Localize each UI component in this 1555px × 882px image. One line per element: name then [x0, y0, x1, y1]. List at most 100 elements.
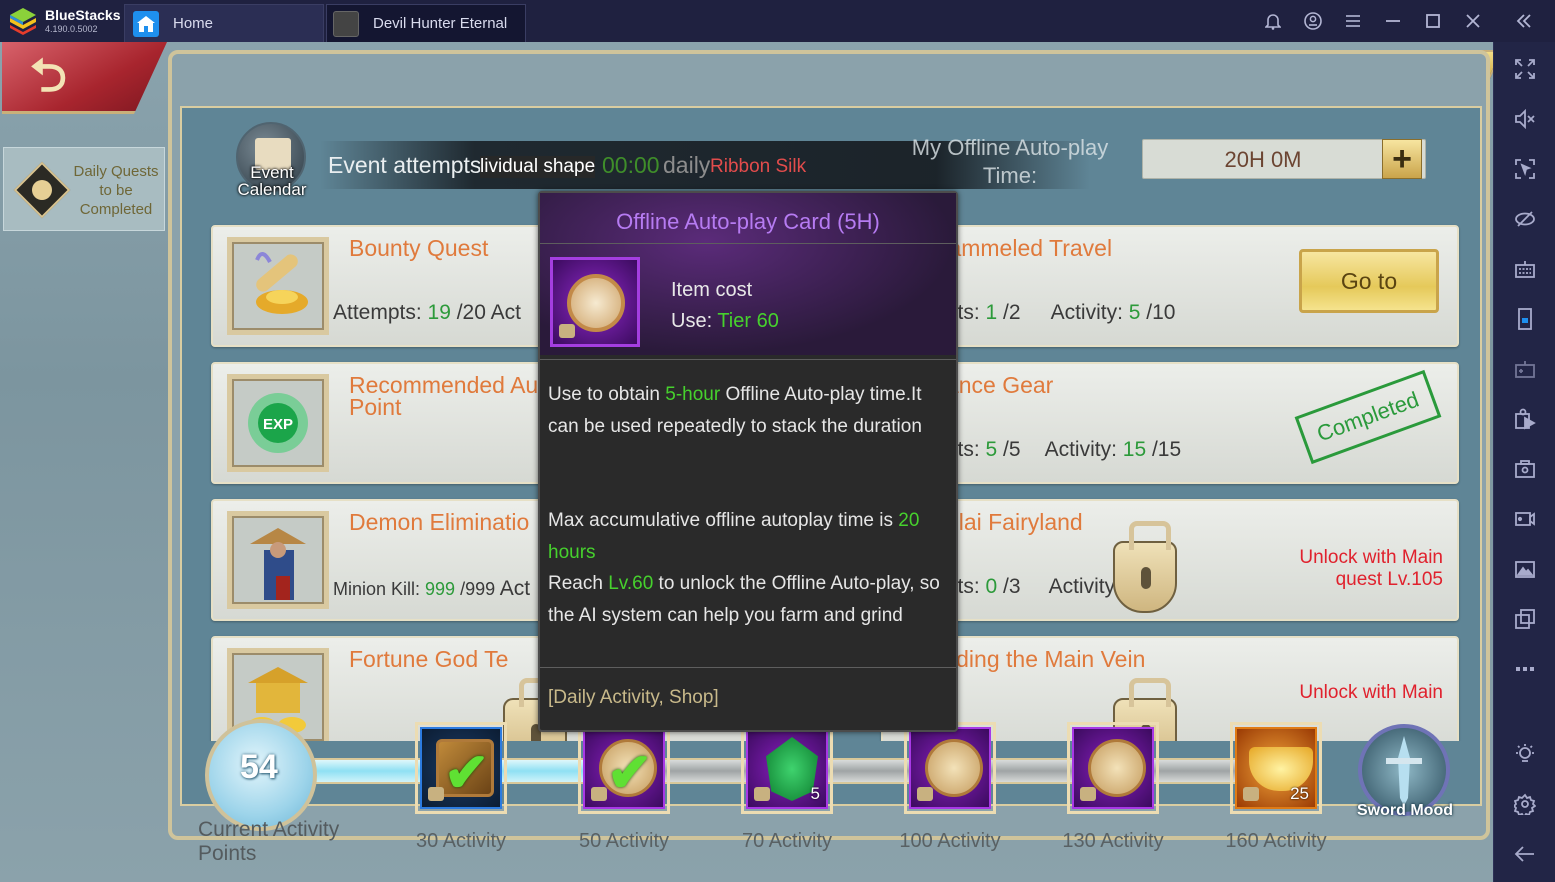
- collapse-sidebar-icon[interactable]: [1493, 0, 1555, 42]
- brightness-icon[interactable]: [1494, 739, 1555, 769]
- record-icon[interactable]: [1494, 504, 1555, 534]
- media-folder-icon[interactable]: [1494, 554, 1555, 584]
- quest-card-enhance-gear[interactable]: Enhance Gear Attempts: 5 /5Activity: 15 …: [881, 362, 1459, 484]
- event-timer: 00:00: [602, 152, 660, 178]
- quest-progress: Minion Kill: 999 /999 Act: [333, 577, 531, 600]
- more-icon[interactable]: [1494, 654, 1555, 684]
- emulator-titlebar: BlueStacks 4.190.0.5002 Home Devil Hunte…: [0, 0, 1555, 42]
- goto-button[interactable]: Go to: [1299, 249, 1439, 313]
- bound-lock-icon: [1243, 787, 1259, 801]
- reward-slot[interactable]: [904, 722, 996, 814]
- tab-home[interactable]: Home: [124, 4, 324, 42]
- keyboard-icon[interactable]: [1494, 254, 1555, 284]
- maximize-icon[interactable]: [1413, 0, 1453, 42]
- reward-frame: [1072, 727, 1154, 809]
- unlock-requirement: Unlock with Main quest Lv.105: [1299, 547, 1443, 590]
- sword-icon: [1386, 736, 1422, 806]
- reward-count: 5: [810, 784, 820, 803]
- game-back-button[interactable]: ⮌: [2, 42, 167, 114]
- sidebar-item-label: Daily Quests to be Completed: [73, 163, 159, 218]
- bell-icon[interactable]: [1253, 0, 1293, 42]
- pocket-watch-icon: [567, 274, 625, 332]
- bluestacks-logo-icon: [10, 8, 36, 35]
- bound-lock-icon: [428, 787, 444, 801]
- tooltip-title: Offline Auto-play Card (5H): [616, 209, 880, 234]
- close-icon[interactable]: [1453, 0, 1493, 42]
- window-controls: [1253, 0, 1555, 42]
- reward-threshold-label: 100 Activity: [899, 830, 1001, 852]
- reward-slot[interactable]: ✔: [415, 722, 507, 814]
- reward-threshold-label: 70 Activity: [741, 830, 833, 852]
- tab-devil-hunter[interactable]: Devil Hunter Eternal: [326, 4, 526, 42]
- emulator-sidebar: [1493, 42, 1555, 882]
- install-apk-icon[interactable]: [1494, 404, 1555, 434]
- event-daily-text: daily: [663, 152, 711, 178]
- account-icon[interactable]: [1293, 0, 1333, 42]
- reward-frame: [909, 727, 991, 809]
- return-arrow-icon: ⮌: [30, 49, 67, 101]
- mute-icon[interactable]: [1494, 104, 1555, 134]
- app-name: BlueStacks: [45, 7, 121, 23]
- bound-lock-icon: [559, 324, 575, 338]
- exp-orb-icon: EXP: [227, 374, 329, 472]
- divider: [540, 243, 956, 244]
- reward-count: 25: [1290, 784, 1309, 803]
- reward-slot[interactable]: 5: [741, 722, 833, 814]
- cursor-lock-icon[interactable]: [1494, 154, 1555, 184]
- quest-card-untrammeled-travel[interactable]: Untrammeled Travel Attempts: 1 /2Activit…: [881, 225, 1459, 347]
- current-activity-label: Current Activity Points: [198, 818, 340, 865]
- quest-name: Demon Eliminatio: [349, 509, 530, 535]
- quest-name: Bounty Quest: [349, 235, 489, 261]
- offline-time-value: 20H 0M: [1224, 147, 1302, 172]
- pocket-watch-icon: [1088, 739, 1146, 797]
- event-calendar-label: Event Calendar: [237, 163, 307, 199]
- reward-threshold-label: 130 Activity: [1062, 830, 1164, 852]
- app-version: 4.190.0.5002: [45, 24, 98, 34]
- quest-progress: Attempts: 19 /20 Act: [333, 301, 521, 324]
- item-cost-label: Item cost: [671, 279, 753, 301]
- rotate-device-icon[interactable]: [1494, 304, 1555, 334]
- unlock-requirement: Unlock with Main: [1299, 682, 1443, 703]
- eye-off-icon[interactable]: [1494, 204, 1555, 234]
- sword-mood-label: Sword Mood: [1357, 802, 1453, 819]
- game-thumbnail-icon: [333, 10, 359, 37]
- offline-time-label: My Offline Auto-play Time:: [911, 135, 1109, 188]
- current-activity-points: 54: [240, 748, 278, 786]
- bounty-scroll-icon: [227, 237, 329, 335]
- minimize-icon[interactable]: [1373, 0, 1413, 42]
- tooltip-source: [Daily Activity, Shop]: [548, 687, 719, 708]
- ribbon-silk-label: Ribbon Silk: [710, 156, 807, 177]
- tooltip-item-slot: [550, 257, 640, 347]
- add-offline-time-button[interactable]: +: [1382, 139, 1422, 179]
- home-icon: [133, 10, 159, 37]
- reward-frame: ✔: [583, 727, 665, 809]
- menu-icon[interactable]: [1333, 0, 1373, 42]
- bound-lock-icon: [754, 787, 770, 801]
- quest-card-penglai-fairyland[interactable]: Penglai Fairyland Attempts: 0 /3Activity…: [881, 499, 1459, 621]
- reward-slot[interactable]: [1067, 722, 1159, 814]
- reward-threshold-label: 30 Activity: [415, 830, 507, 852]
- item-tooltip: Offline Auto-play Card (5H) Item cost Us…: [538, 191, 958, 732]
- tooltip-unlock-info: Reach Lv.60 to unlock the Offline Auto-p…: [548, 573, 940, 626]
- reward-slot[interactable]: ✔: [578, 722, 670, 814]
- bound-lock-icon: [591, 787, 607, 801]
- settings-icon[interactable]: [1494, 789, 1555, 819]
- event-overlay-text: lividual shape: [480, 156, 596, 178]
- quest-name: Recommended Au Point: [349, 372, 539, 420]
- screenshot-icon[interactable]: [1494, 454, 1555, 484]
- completed-stamp: Completed: [1294, 369, 1442, 465]
- tab-label: Home: [173, 15, 214, 32]
- multi-instance-icon[interactable]: [1494, 604, 1555, 634]
- warrior-portrait-icon: [227, 511, 329, 609]
- reward-slot[interactable]: 25: [1230, 722, 1322, 814]
- daily-quests-icon: [13, 161, 71, 219]
- bound-lock-icon: [1080, 787, 1096, 801]
- tooltip-max-time: Max accumulative offline autoplay time i…: [548, 510, 920, 563]
- tooltip-description: Use to obtain 5-hour Offline Auto-play t…: [548, 384, 922, 437]
- quest-name: Fortune God Te: [349, 646, 509, 672]
- event-attempts-text: Event attempts: [328, 152, 482, 178]
- gamepad-icon[interactable]: [1494, 354, 1555, 384]
- sidebar-item-daily-quests[interactable]: Daily Quests to be Completed: [3, 147, 165, 231]
- back-icon[interactable]: [1494, 839, 1555, 869]
- fullscreen-icon[interactable]: [1494, 54, 1555, 84]
